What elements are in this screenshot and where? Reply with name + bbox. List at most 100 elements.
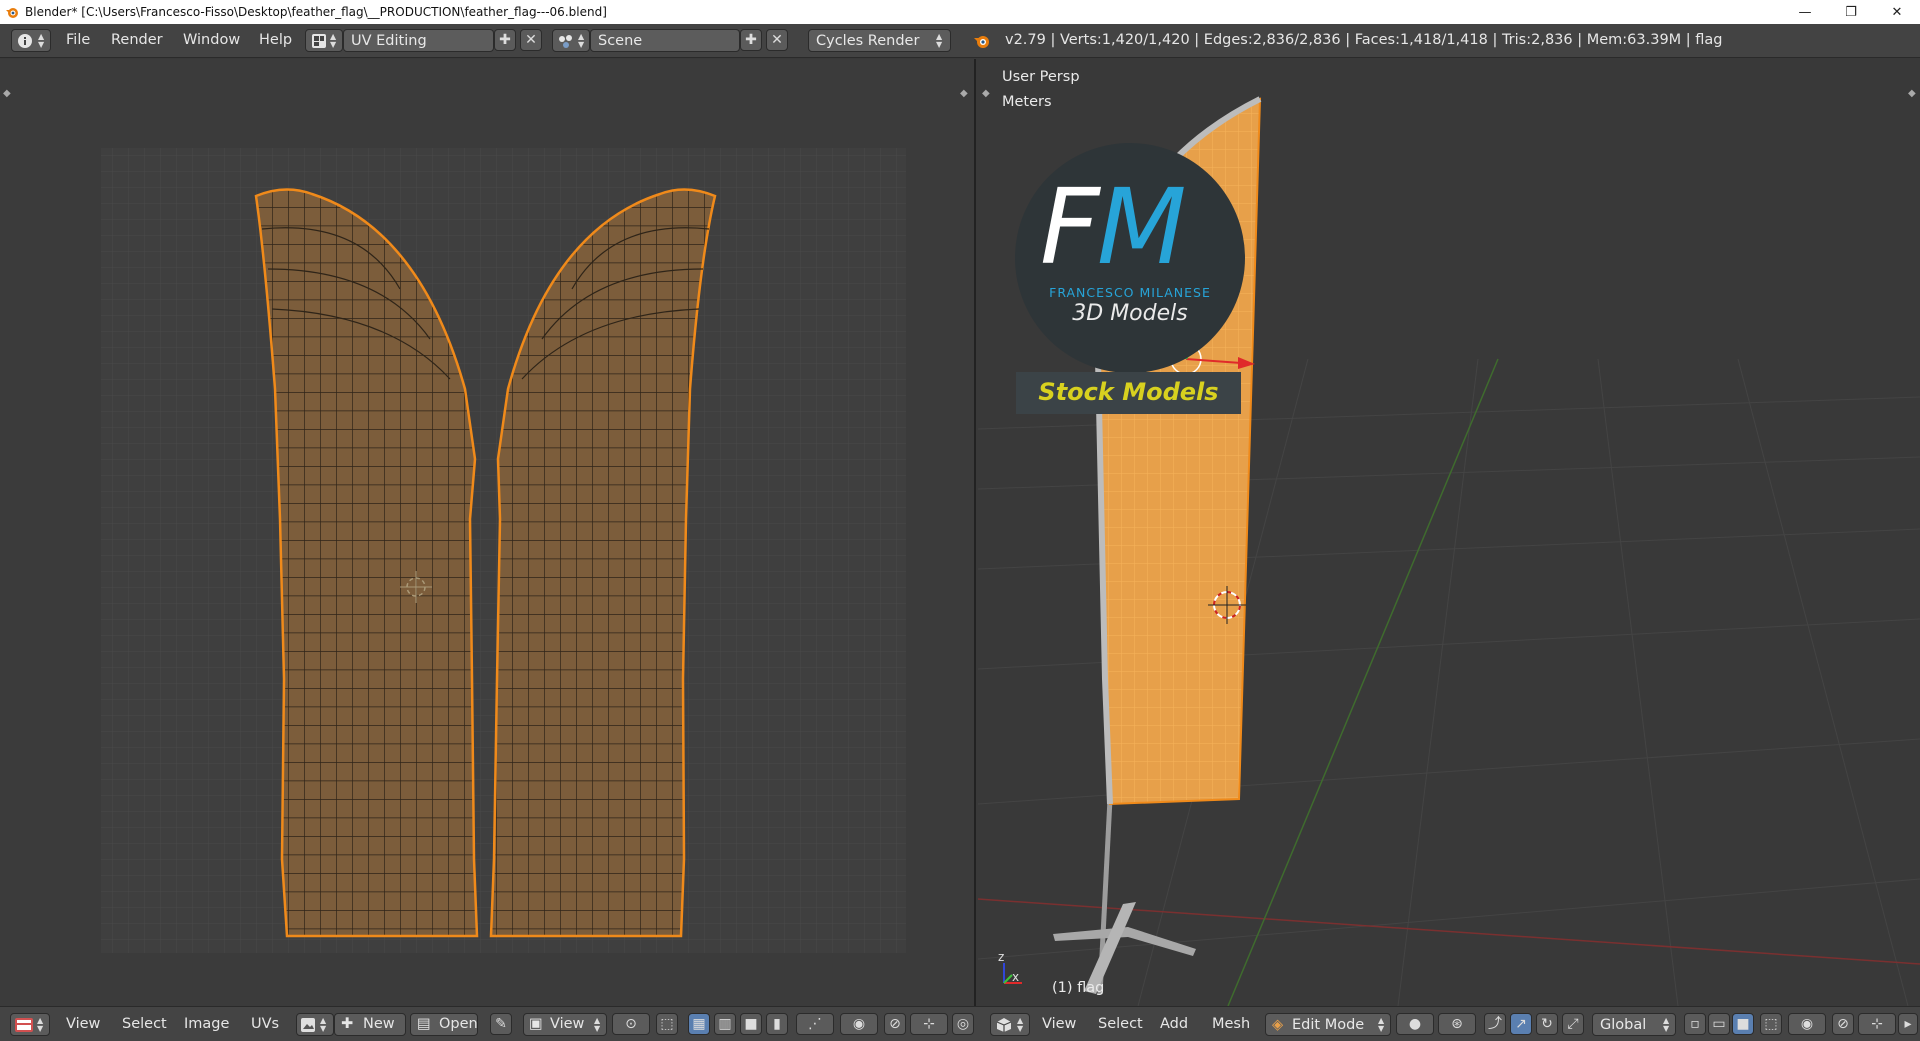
uv-editor-footer: ▲ ▼ View Select Image UVs ▲ ▼ ✚ New ▤ Open… (0, 1006, 978, 1041)
manipulator-toggle-icon[interactable]: ⤴ (1484, 1013, 1506, 1035)
vp-menu-view[interactable]: View (1042, 1016, 1076, 1032)
menu-window[interactable]: Window (183, 32, 240, 48)
scene-icon (559, 35, 572, 48)
blender-logo-icon (974, 36, 989, 48)
rotate-manipulator-icon[interactable]: ↻ (1536, 1013, 1558, 1035)
snap-icon[interactable]: ⊘ (884, 1013, 906, 1035)
axis-z-label: z (998, 950, 1004, 964)
render-slot-icon[interactable]: ◎ (952, 1013, 974, 1035)
uv-canvas[interactable]: ◆ ◆ (0, 59, 976, 1006)
window-title: Blender* [C:\Users\Francesco-Fisso\Deskt… (25, 5, 607, 19)
uv-menu-select[interactable]: Select (122, 1016, 167, 1032)
image-editor-icon (15, 1018, 33, 1032)
vp-menu-mesh[interactable]: Mesh (1212, 1016, 1250, 1032)
blender-window: Blender* [C:\Users\Francesco-Fisso\Deskt… (0, 0, 1920, 1041)
blender-logo-icon (6, 8, 18, 18)
edge-select-mode-icon[interactable]: ▭ (1708, 1013, 1730, 1035)
add-screen-icon[interactable]: ✚ (494, 29, 516, 51)
menu-file[interactable]: File (66, 32, 90, 48)
sticky-select-icon[interactable]: ⋰ (796, 1013, 834, 1035)
y-axis-line (1227, 358, 1499, 1006)
mode-label: Edit Mode (1292, 1017, 1365, 1033)
new-image-label: New (363, 1016, 395, 1032)
3d-view-icon (996, 1018, 1012, 1032)
sync-selection-icon[interactable]: ⬚ (656, 1013, 678, 1035)
minimize-button[interactable]: — (1782, 0, 1828, 24)
flag-pole[interactable] (1053, 798, 1196, 995)
occlude-geometry-icon[interactable]: ⬚ (1760, 1013, 1782, 1035)
screen-layout-field[interactable]: UV Editing (343, 29, 494, 52)
toolshelf-toggle-icon[interactable]: ◆ (982, 88, 990, 99)
title-bar: Blender* [C:\Users\Francesco-Fisso\Deskt… (0, 0, 1920, 24)
pivot-point-icon[interactable]: ⊛ (1438, 1013, 1476, 1035)
edit-mode-icon: ◈ (1272, 1017, 1284, 1033)
delete-scene-icon[interactable]: ✕ (766, 29, 788, 51)
toolshelf-toggle-icon[interactable]: ◆ (3, 88, 11, 99)
open-image-button[interactable]: ▤ Open (410, 1013, 478, 1036)
vp-menu-add[interactable]: Add (1160, 1016, 1188, 1032)
uv-image-editor[interactable]: ◆ ◆ (0, 59, 976, 1006)
view-mode-select[interactable]: ▣ View ▲ ▼ (523, 1013, 607, 1036)
vertex-select-mode-icon[interactable]: ▫ (1684, 1013, 1706, 1035)
vertex-select-icon[interactable]: ▦ (688, 1013, 710, 1035)
snap-target-icon[interactable]: ⊹ (910, 1013, 948, 1035)
info-header: ▲ ▼ File Render Window Help ▲ ▼ UV Editing… (0, 24, 1920, 58)
logo-subtitle: 3D Models (1072, 301, 1188, 326)
scale-manipulator-icon[interactable]: ⤢ (1562, 1013, 1584, 1035)
view-perspective-label: User Persp (1002, 69, 1080, 85)
add-scene-icon[interactable]: ✚ (740, 29, 762, 51)
view-mode-label: View (550, 1016, 585, 1032)
render-engine-select[interactable]: Cycles Render ▲ ▼ (808, 29, 951, 52)
image-browse-button[interactable]: ▲ ▼ (296, 1013, 334, 1036)
scene-field[interactable]: Scene (590, 29, 740, 52)
translate-manipulator-icon[interactable]: ↗ (1510, 1013, 1532, 1035)
new-image-button[interactable]: ✚ New (334, 1013, 406, 1036)
scene-statistics: v2.79 | Verts:1,420/1,420 | Edges:2,836/… (1005, 32, 1723, 48)
island-select-icon[interactable]: ▮ (766, 1013, 788, 1035)
proportional-edit-icon[interactable]: ◉ (840, 1013, 878, 1035)
image-view-icon: ▣ (529, 1016, 543, 1032)
properties-toggle-icon[interactable]: ◆ (1908, 88, 1916, 99)
screen-layout-picker[interactable]: ▲ ▼ (305, 29, 343, 52)
properties-toggle-icon[interactable]: ◆ (960, 88, 968, 99)
edge-select-icon[interactable]: ▥ (714, 1013, 736, 1035)
restore-button[interactable]: ❐ (1828, 0, 1874, 24)
vp-menu-select[interactable]: Select (1098, 1016, 1143, 1032)
render-engine-label: Cycles Render (816, 33, 920, 49)
folder-icon: ▤ (417, 1016, 431, 1032)
scene-picker[interactable]: ▲ ▼ (552, 29, 590, 52)
menu-render[interactable]: Render (111, 32, 163, 48)
active-object-label: (1) flag (1052, 980, 1105, 996)
editor-type-button[interactable]: ▲ ▼ (10, 1013, 50, 1036)
uv-menu-view[interactable]: View (66, 1016, 100, 1032)
units-label: Meters (1002, 94, 1052, 110)
viewport-shading-icon[interactable]: ● (1396, 1013, 1434, 1035)
snap-element-icon[interactable]: ⊹ (1858, 1013, 1896, 1035)
plus-icon: ✚ (341, 1016, 354, 1032)
editor-type-button[interactable]: ▲ ▼ (11, 29, 51, 52)
face-select-icon[interactable]: ■ (740, 1013, 762, 1035)
proportional-edit-icon[interactable]: ◉ (1788, 1013, 1826, 1035)
open-image-label: Open (439, 1016, 478, 1032)
close-button[interactable]: ✕ (1874, 0, 1920, 24)
interaction-mode-select[interactable]: ◈ Edit Mode ▲ ▼ (1265, 1013, 1391, 1036)
uv-menu-uvs[interactable]: UVs (251, 1016, 279, 1032)
editor-type-button[interactable]: ▲ ▼ (990, 1013, 1030, 1036)
axis-x-label: x (1012, 970, 1019, 984)
render-layers-icon[interactable]: ▸ (1898, 1013, 1918, 1035)
pivot-point-icon[interactable]: ⊙ (612, 1013, 650, 1035)
orientation-label: Global (1600, 1017, 1647, 1033)
viewport-footer: ▲ ▼ View Select Add Mesh ◈ Edit Mode ▲ ▼ ●… (978, 1006, 1920, 1041)
uv-menu-image[interactable]: Image (184, 1016, 229, 1032)
face-select-mode-icon[interactable]: ■ (1732, 1013, 1754, 1035)
transform-orientation-select[interactable]: Global ▲ ▼ (1592, 1013, 1676, 1036)
image-icon (301, 1018, 315, 1032)
delete-screen-icon[interactable]: ✕ (520, 29, 542, 51)
info-icon (18, 34, 32, 48)
snap-icon[interactable]: ⊘ (1832, 1013, 1854, 1035)
layout-grid-icon (312, 34, 326, 48)
logo-name: FRANCESCO MILANESE (1049, 285, 1211, 300)
menu-help[interactable]: Help (259, 32, 292, 48)
pin-image-icon[interactable]: ✎ (490, 1013, 512, 1035)
stock-models-label: Stock Models (1038, 378, 1219, 406)
